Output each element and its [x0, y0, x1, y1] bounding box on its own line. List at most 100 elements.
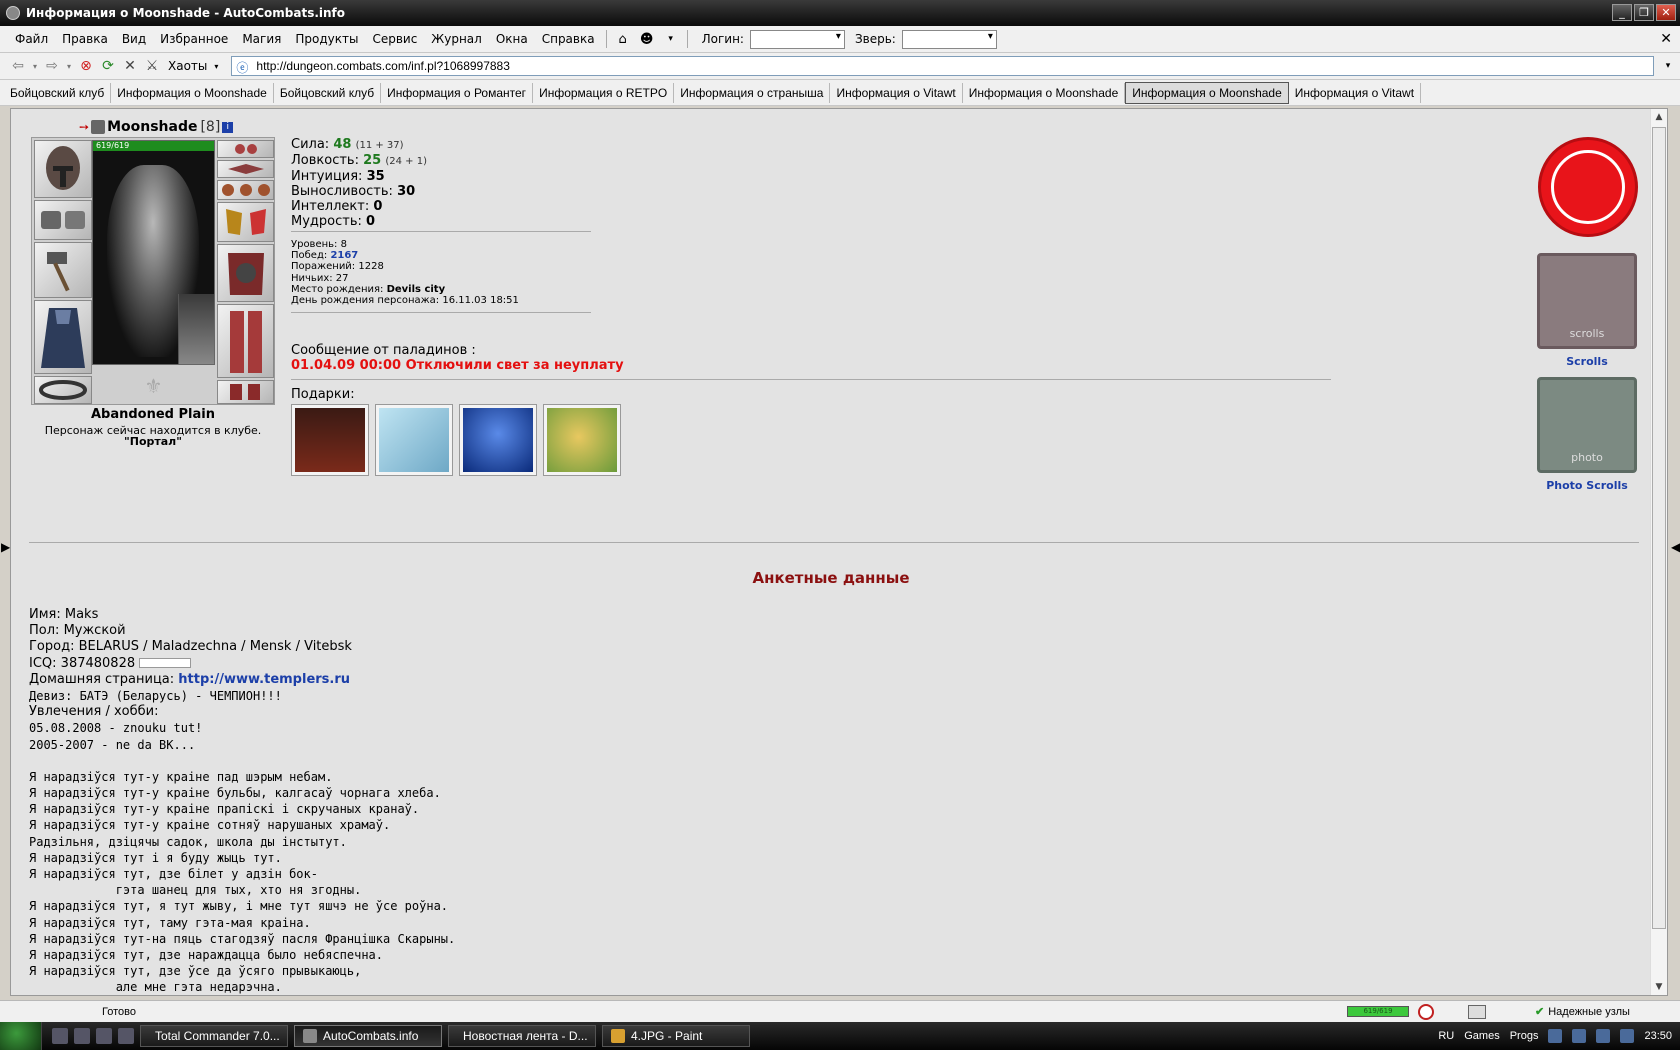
weapon-slot[interactable]: [34, 242, 92, 298]
gloves-slot[interactable]: [217, 202, 274, 242]
stop-icon[interactable]: ⊗: [76, 56, 96, 76]
photo-scrolls-link[interactable]: Photo Scrolls: [1537, 479, 1637, 492]
helmet-slot[interactable]: [34, 140, 92, 198]
tray-icon[interactable]: [1572, 1029, 1587, 1043]
tab-info-vitawt[interactable]: Информация о Vitawt: [1289, 82, 1422, 103]
cloak-slot[interactable]: [34, 300, 92, 374]
quick-launch-icon[interactable]: [74, 1028, 90, 1044]
back-icon[interactable]: ⇦: [8, 56, 28, 76]
tab-info-retpo[interactable]: Информация о RETPO: [533, 82, 675, 103]
scrolls-link[interactable]: Scrolls: [1537, 355, 1637, 368]
scroll-down-icon[interactable]: ▼: [1651, 979, 1667, 995]
tray-icon[interactable]: [1596, 1029, 1611, 1043]
smiley-icon[interactable]: ☻: [638, 30, 656, 48]
network-icon[interactable]: [1468, 1005, 1486, 1019]
task-news-feed[interactable]: Новостная лента - D...: [448, 1025, 596, 1047]
task-total-commander[interactable]: Total Commander 7.0...: [140, 1025, 288, 1047]
gift-item[interactable]: [375, 404, 453, 476]
vertical-scrollbar[interactable]: ▲ ▼: [1650, 109, 1667, 995]
chaos-dropdown[interactable]: Хаоты: [168, 59, 207, 73]
tray-icon[interactable]: [1548, 1029, 1563, 1043]
character-portrait[interactable]: 619/619: [92, 140, 215, 365]
tab-info-moonshade[interactable]: Информация о Moonshade: [963, 82, 1126, 103]
quick-launch-icon[interactable]: [118, 1028, 134, 1044]
maximize-button[interactable]: ❐: [1634, 4, 1654, 21]
armor-slot[interactable]: [217, 244, 274, 302]
right-panel-toggle-icon[interactable]: ◀: [1671, 540, 1680, 554]
profile-value: Maks: [64, 607, 99, 622]
chevron-down-icon[interactable]: ▾: [30, 56, 40, 76]
profile-sex: Пол: Мужской: [29, 623, 455, 639]
profile-value: Мужской: [63, 623, 126, 639]
rings-slot[interactable]: [217, 180, 274, 200]
tab-info-vitawt[interactable]: Информация о Vitawt: [830, 82, 963, 103]
menu-journal[interactable]: Журнал: [424, 32, 489, 46]
gift-item[interactable]: [543, 404, 621, 476]
chevron-down-icon[interactable]: ▾: [211, 56, 221, 76]
chevron-down-icon[interactable]: ▾: [64, 56, 74, 76]
gift-item[interactable]: [291, 404, 369, 476]
menu-products[interactable]: Продукты: [288, 32, 365, 46]
scroll-up-icon[interactable]: ▲: [1651, 109, 1667, 125]
scrollbar-thumb[interactable]: [1652, 127, 1666, 929]
gift-item[interactable]: [459, 404, 537, 476]
login-select[interactable]: [749, 29, 845, 49]
tab-info-stranysha[interactable]: Информация о страныша: [674, 82, 831, 103]
close-icon[interactable]: ✕: [1660, 31, 1672, 47]
menu-service[interactable]: Сервис: [365, 32, 424, 46]
language-indicator[interactable]: RU: [1438, 1030, 1454, 1042]
task-paint[interactable]: 4.JPG - Paint: [602, 1025, 750, 1047]
start-button[interactable]: [0, 1022, 42, 1050]
minimize-button[interactable]: _: [1612, 4, 1632, 21]
photo-scrolls-banner[interactable]: photo: [1537, 377, 1637, 473]
menu-favorites[interactable]: Избранное: [153, 32, 235, 46]
quick-launch-icon[interactable]: [52, 1028, 68, 1044]
divider: [291, 379, 1331, 380]
character-name: Moonshade: [107, 119, 198, 135]
clock-time[interactable]: 23:50: [1644, 1030, 1672, 1042]
pet-portrait[interactable]: [178, 294, 214, 364]
tab-info-romanteg[interactable]: Информация о Романтег: [381, 82, 534, 103]
boots-slot[interactable]: [217, 380, 274, 404]
home-icon[interactable]: ⌂: [614, 30, 632, 48]
menu-windows[interactable]: Окна: [489, 32, 535, 46]
tab-fight-club[interactable]: Бойцовский клуб: [274, 82, 382, 103]
bracers-slot[interactable]: [34, 200, 92, 240]
scrolls-banner[interactable]: scrolls: [1537, 253, 1637, 349]
menu-help[interactable]: Справка: [535, 32, 602, 46]
close-window-button[interactable]: ✕: [1656, 4, 1676, 21]
belt-slot[interactable]: [34, 376, 92, 404]
earrings-slot[interactable]: [217, 140, 274, 158]
task-autocombats[interactable]: AutoCombats.info: [294, 1025, 442, 1047]
meta-value: 27: [335, 272, 349, 284]
games-toolbar[interactable]: Games: [1464, 1030, 1499, 1042]
beast-select[interactable]: [901, 29, 997, 49]
clan-emblem[interactable]: [1538, 137, 1638, 237]
volume-icon[interactable]: [1620, 1029, 1635, 1043]
tab-info-moonshade[interactable]: Информация о Moonshade: [111, 82, 274, 103]
chevron-down-icon[interactable]: ▾: [1658, 56, 1678, 76]
leggings-slot[interactable]: [217, 304, 274, 378]
amulet-slot[interactable]: [217, 160, 274, 178]
homepage-link[interactable]: http://www.templers.ru: [178, 672, 350, 687]
progs-toolbar[interactable]: Progs: [1510, 1030, 1539, 1042]
private-message-icon[interactable]: ➙: [79, 120, 89, 134]
tools-icon[interactable]: ✕: [120, 56, 140, 76]
address-input[interactable]: ⓔ http://dungeon.combats.com/inf.pl?1068…: [231, 56, 1654, 76]
info-icon[interactable]: i: [222, 121, 234, 133]
chevron-down-icon[interactable]: ▾: [662, 30, 680, 48]
clock-icon[interactable]: [1418, 1004, 1434, 1020]
quick-launch-icon[interactable]: [96, 1028, 112, 1044]
chaos-icon[interactable]: ⚔: [142, 56, 162, 76]
security-zone[interactable]: ✔ Надежные узлы: [1535, 1005, 1630, 1018]
left-panel-toggle-icon[interactable]: ▶: [1, 540, 10, 554]
menu-edit[interactable]: Правка: [55, 32, 115, 46]
tab-info-moonshade-active[interactable]: Информация о Moonshade: [1125, 81, 1289, 104]
menu-file[interactable]: Файл: [8, 32, 55, 46]
address-url: http://dungeon.combats.com/inf.pl?106899…: [256, 59, 510, 73]
forward-icon[interactable]: ⇨: [42, 56, 62, 76]
menu-view[interactable]: Вид: [115, 32, 153, 46]
menu-magic[interactable]: Магия: [235, 32, 288, 46]
refresh-icon[interactable]: ⟳: [98, 56, 118, 76]
tab-fight-club[interactable]: Бойцовский клуб: [4, 82, 112, 103]
